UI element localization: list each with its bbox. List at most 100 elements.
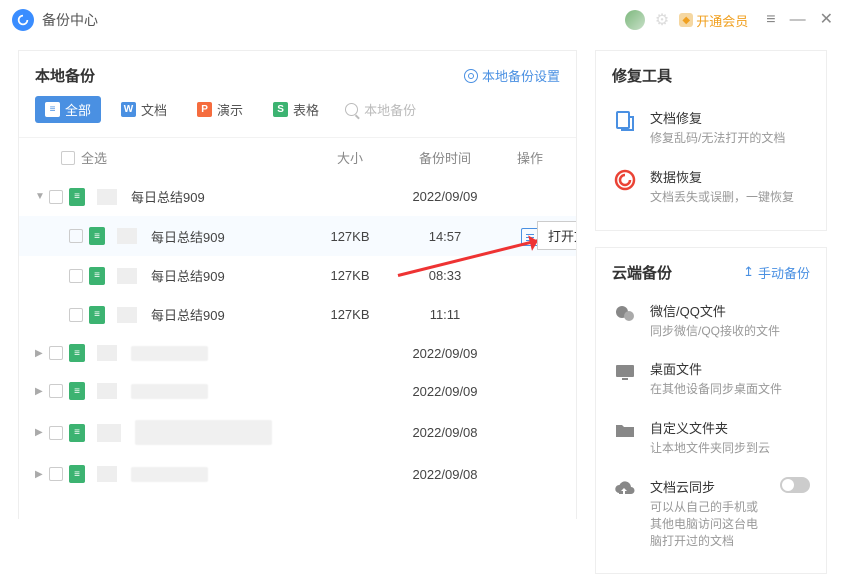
- search-input[interactable]: 本地备份: [345, 100, 416, 119]
- row-checkbox[interactable]: [69, 269, 83, 283]
- close-button[interactable]: ✕: [820, 12, 833, 28]
- tab-xls-label: 表格: [293, 100, 319, 119]
- select-all-checkbox[interactable]: [61, 151, 75, 165]
- cloud-backup-panel: 云端备份 ↥ 手动备份 微信/QQ文件 同步微信/QQ接收的文件 桌面文件 在其…: [595, 247, 827, 574]
- cloud-item[interactable]: 桌面文件 在其他设备同步桌面文件: [612, 349, 810, 408]
- row-checkbox[interactable]: [49, 384, 63, 398]
- file-size: 127KB: [310, 268, 390, 283]
- col-size: 大小: [310, 148, 390, 167]
- thumbnail: [97, 345, 117, 361]
- cloud-item-name: 微信/QQ文件: [650, 301, 810, 320]
- sync-toggle[interactable]: [780, 477, 810, 493]
- sheet-file-icon: [69, 424, 85, 442]
- manual-backup-link[interactable]: ↥ 手动备份: [743, 263, 810, 282]
- table-row[interactable]: ▼每日总结9092022/09/09: [19, 177, 576, 216]
- file-time: 2022/09/08: [390, 467, 500, 482]
- table-row[interactable]: 每日总结909 127KB11:11: [19, 295, 576, 334]
- chevron-right-icon[interactable]: ▶: [35, 427, 49, 438]
- chevron-down-icon[interactable]: ▼: [35, 191, 49, 202]
- col-select-all: 全选: [81, 148, 107, 167]
- tab-doc[interactable]: W 文档: [111, 96, 177, 123]
- row-checkbox[interactable]: [49, 346, 63, 360]
- avatar[interactable]: [625, 10, 645, 30]
- file-time: 14:57: [390, 229, 500, 244]
- row-checkbox[interactable]: [49, 426, 63, 440]
- thumbnail: [117, 228, 137, 244]
- sheet-file-icon: [69, 382, 85, 400]
- manual-backup-label: 手动备份: [758, 263, 810, 282]
- tab-xls[interactable]: S 表格: [263, 96, 329, 123]
- menu-button[interactable]: ≡: [766, 12, 775, 28]
- table-row[interactable]: ▶████2022/09/08: [19, 410, 576, 455]
- table-row[interactable]: 每日总结909127KB08:33: [19, 256, 576, 295]
- cloud-item[interactable]: 文档云同步 可以从自己的手机或其他电脑访问这台电脑打开过的文档: [612, 467, 810, 559]
- app-logo-icon: [12, 9, 34, 31]
- cloud-item-name: 文档云同步: [650, 477, 768, 496]
- doc-icon: W: [121, 102, 136, 117]
- repair-item[interactable]: 数据恢复 文档丢失或误删，一键恢复: [612, 157, 810, 216]
- gear-icon: [464, 69, 478, 83]
- row-checkbox[interactable]: [49, 467, 63, 481]
- chevron-right-icon[interactable]: ▶: [35, 469, 49, 480]
- local-backup-title: 本地备份: [35, 65, 95, 86]
- file-time: 2022/09/08: [390, 425, 500, 440]
- cloud-item-name: 自定义文件夹: [650, 418, 810, 437]
- redacted-name: ████: [131, 384, 208, 399]
- repair-item-desc: 修复乱码/无法打开的文档: [650, 130, 785, 147]
- cloud-item-desc: 可以从自己的手机或其他电脑访问这台电脑打开过的文档: [650, 499, 768, 549]
- row-checkbox[interactable]: [69, 229, 83, 243]
- local-backup-settings-label: 本地备份设置: [482, 66, 560, 85]
- repair-item[interactable]: 文档修复 修复乱码/无法打开的文档: [612, 98, 810, 157]
- file-name: 每日总结909: [151, 227, 225, 246]
- sheet-file-icon: [89, 227, 105, 245]
- thumbnail: [97, 466, 117, 482]
- cloud-title: 云端备份: [612, 262, 672, 283]
- row-checkbox[interactable]: [69, 308, 83, 322]
- thumbnail: [97, 189, 117, 205]
- search-placeholder: 本地备份: [364, 100, 416, 119]
- cloud-item-desc: 同步微信/QQ接收的文件: [650, 323, 810, 340]
- cloud-item-name: 桌面文件: [650, 359, 810, 378]
- tab-ppt[interactable]: P 演示: [187, 96, 253, 123]
- open-member-link[interactable]: ◆ 开通会员: [679, 11, 748, 30]
- table-row[interactable]: ▶ ████ 2022/09/08: [19, 455, 576, 493]
- settings-icon[interactable]: ⚙: [655, 10, 669, 30]
- file-time: 2022/09/09: [390, 346, 500, 361]
- tab-ppt-label: 演示: [217, 100, 243, 119]
- tab-doc-label: 文档: [141, 100, 167, 119]
- repair-item-name: 文档修复: [650, 108, 785, 127]
- table-header: 全选 大小 备份时间 操作: [19, 138, 576, 177]
- table-row[interactable]: ▶████2022/09/09: [19, 372, 576, 410]
- sheet-file-icon: [89, 306, 105, 324]
- thumbnail: [117, 307, 137, 323]
- tab-all[interactable]: ≡ 全部: [35, 96, 101, 123]
- chevron-right-icon[interactable]: ▶: [35, 348, 49, 359]
- doc-repair-icon: [612, 108, 638, 134]
- folder-icon: [612, 418, 638, 444]
- repair-item-desc: 文档丢失或误删，一键恢复: [650, 189, 794, 206]
- file-name: 每日总结909: [151, 266, 225, 285]
- file-name: 每日总结909: [151, 305, 225, 324]
- all-icon: ≡: [45, 102, 60, 117]
- row-checkbox[interactable]: [49, 190, 63, 204]
- wechat-icon: [612, 301, 638, 327]
- local-backup-panel: 本地备份 本地备份设置 ≡ 全部 W 文档 P 演示 S 表格: [18, 50, 577, 519]
- file-time: 11:11: [390, 307, 500, 322]
- repair-title: 修复工具: [612, 65, 810, 86]
- file-size: 127KB: [310, 307, 390, 322]
- ppt-icon: P: [197, 102, 212, 117]
- cloud-sync-icon: [612, 477, 638, 503]
- tab-all-label: 全部: [65, 100, 91, 119]
- upload-icon: ↥: [743, 264, 754, 280]
- open-member-label: 开通会员: [696, 11, 748, 30]
- minimize-button[interactable]: —: [790, 12, 806, 28]
- local-backup-settings-link[interactable]: 本地备份设置: [464, 66, 560, 85]
- table-row[interactable]: ▶████2022/09/09: [19, 334, 576, 372]
- redacted-name: ████: [131, 467, 208, 482]
- desktop-icon: [612, 359, 638, 385]
- chevron-right-icon[interactable]: ▶: [35, 386, 49, 397]
- data-recover-icon: [612, 167, 638, 193]
- cloud-item[interactable]: 微信/QQ文件 同步微信/QQ接收的文件: [612, 291, 810, 350]
- open-file-tooltip: 打开文件: [537, 221, 576, 250]
- cloud-item[interactable]: 自定义文件夹 让本地文件夹同步到云: [612, 408, 810, 467]
